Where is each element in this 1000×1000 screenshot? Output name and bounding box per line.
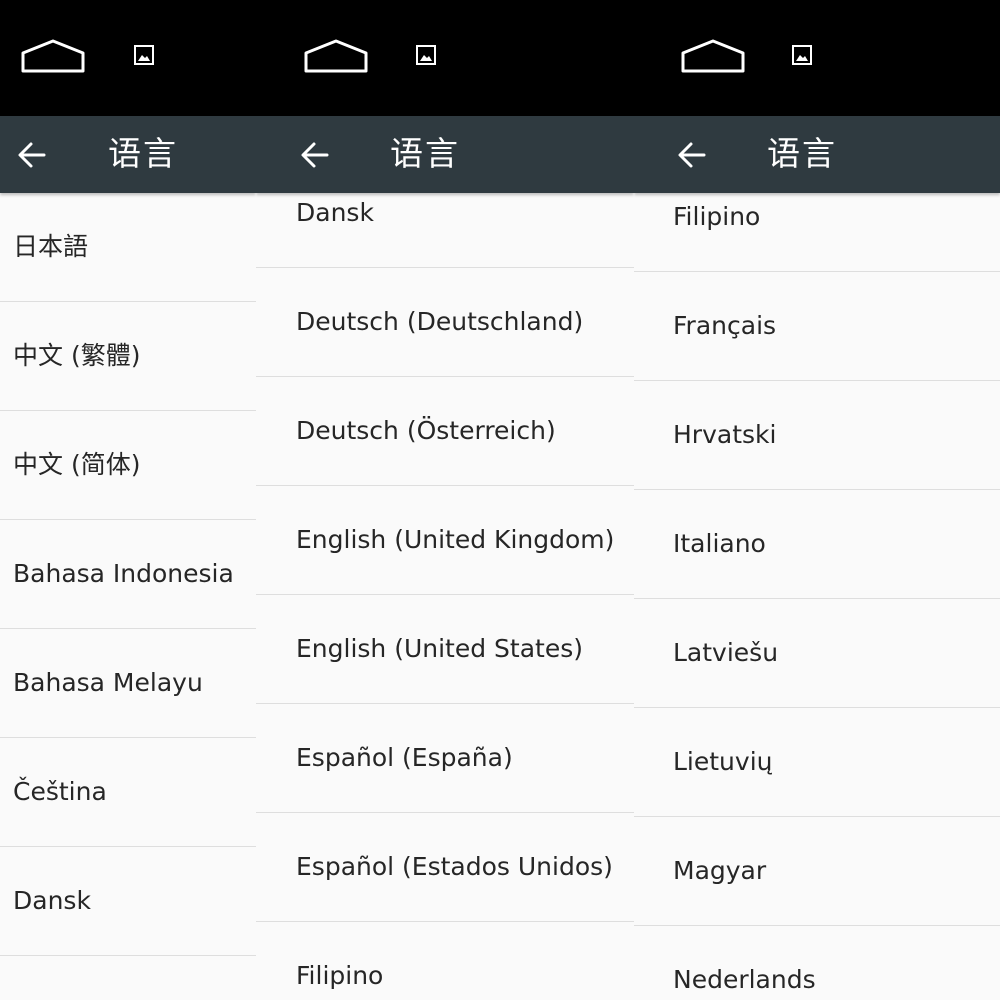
language-label: Deutsch (Deutschland) xyxy=(296,307,584,336)
language-item[interactable]: Lietuvių xyxy=(634,708,1000,817)
language-label: Bahasa Indonesia xyxy=(13,559,234,588)
language-label: Filipino xyxy=(673,202,761,231)
language-item[interactable]: English (United Kingdom) xyxy=(256,486,634,595)
back-arrow-icon[interactable] xyxy=(299,138,333,172)
language-item[interactable]: Bahasa Melayu xyxy=(0,629,256,738)
language-label: 中文 (简体) xyxy=(13,450,141,479)
language-screen-2: 语言 Dansk Deutsch (Deutschland) Deutsch (… xyxy=(256,0,634,1000)
language-label: English (United Kingdom) xyxy=(296,525,615,554)
language-list: Filipino Français Hrvatski Italiano Latv… xyxy=(634,163,1000,1000)
app-bar: 语言 xyxy=(256,116,634,193)
language-item[interactable]: Latviešu xyxy=(634,599,1000,708)
language-label: Latviešu xyxy=(673,638,779,667)
language-item[interactable]: Bahasa Indonesia xyxy=(0,520,256,629)
home-icon[interactable] xyxy=(20,38,86,74)
status-bar xyxy=(256,0,634,116)
language-list: Dansk Deutsch (Deutschland) Deutsch (Öst… xyxy=(256,159,634,1000)
language-item[interactable]: Italiano xyxy=(634,490,1000,599)
language-item[interactable]: Deutsch (Deutschland) xyxy=(256,268,634,377)
page-title: 语言 xyxy=(108,134,178,173)
language-item[interactable]: Dansk xyxy=(0,847,256,956)
language-screen-3: 语言 Filipino Français Hrvatski Italiano L… xyxy=(634,0,1000,1000)
page-title: 语言 xyxy=(767,134,837,173)
language-label: Filipino xyxy=(296,961,384,990)
screenshot-collage: 语言 日本語 中文 (繁體) 中文 (简体) Bahasa Indonesia … xyxy=(0,0,1000,1000)
app-bar: 语言 xyxy=(0,116,256,193)
image-notification-icon xyxy=(416,45,436,65)
language-label: Nederlands xyxy=(673,965,816,994)
back-arrow-icon[interactable] xyxy=(16,138,50,172)
language-label: Dansk xyxy=(296,198,374,227)
language-item[interactable]: Español (Estados Unidos) xyxy=(256,813,634,922)
page-title: 语言 xyxy=(390,134,460,173)
language-label: Français xyxy=(673,311,777,340)
language-screen-1: 语言 日本語 中文 (繁體) 中文 (简体) Bahasa Indonesia … xyxy=(0,0,256,1000)
language-item[interactable]: Magyar xyxy=(634,817,1000,926)
language-label: Dansk xyxy=(13,886,91,915)
language-label: Bahasa Melayu xyxy=(13,668,203,697)
language-item[interactable]: 中文 (繁體) xyxy=(0,302,256,411)
language-item[interactable]: Hrvatski xyxy=(634,381,1000,490)
language-label: Deutsch (Österreich) xyxy=(296,416,556,445)
language-label: Italiano xyxy=(673,529,766,558)
language-item[interactable]: Nederlands xyxy=(634,926,1000,1000)
back-arrow-icon[interactable] xyxy=(676,138,710,172)
status-bar xyxy=(634,0,1000,116)
language-label: Čeština xyxy=(13,777,107,806)
home-icon[interactable] xyxy=(680,38,746,74)
language-list: 日本語 中文 (繁體) 中文 (简体) Bahasa Indonesia Bah… xyxy=(0,193,256,956)
image-notification-icon xyxy=(792,45,812,65)
language-item[interactable]: Filipino xyxy=(256,922,634,1000)
app-bar: 语言 xyxy=(634,116,1000,193)
language-label: Español (Estados Unidos) xyxy=(296,852,613,881)
language-label: Lietuvių xyxy=(673,747,773,776)
language-item[interactable]: Español (España) xyxy=(256,704,634,813)
language-label: English (United States) xyxy=(296,634,584,663)
language-label: 中文 (繁體) xyxy=(13,341,141,370)
language-item[interactable]: 中文 (简体) xyxy=(0,411,256,520)
language-label: Español (España) xyxy=(296,743,513,772)
language-label: Magyar xyxy=(673,856,767,885)
language-item[interactable]: Čeština xyxy=(0,738,256,847)
language-item[interactable]: Deutsch (Österreich) xyxy=(256,377,634,486)
home-icon[interactable] xyxy=(303,38,369,74)
image-notification-icon xyxy=(134,45,154,65)
language-item[interactable]: Français xyxy=(634,272,1000,381)
status-bar xyxy=(0,0,256,116)
language-item[interactable]: 日本語 xyxy=(0,193,256,302)
language-item[interactable]: English (United States) xyxy=(256,595,634,704)
language-label: Hrvatski xyxy=(673,420,777,449)
language-label: 日本語 xyxy=(13,232,89,261)
